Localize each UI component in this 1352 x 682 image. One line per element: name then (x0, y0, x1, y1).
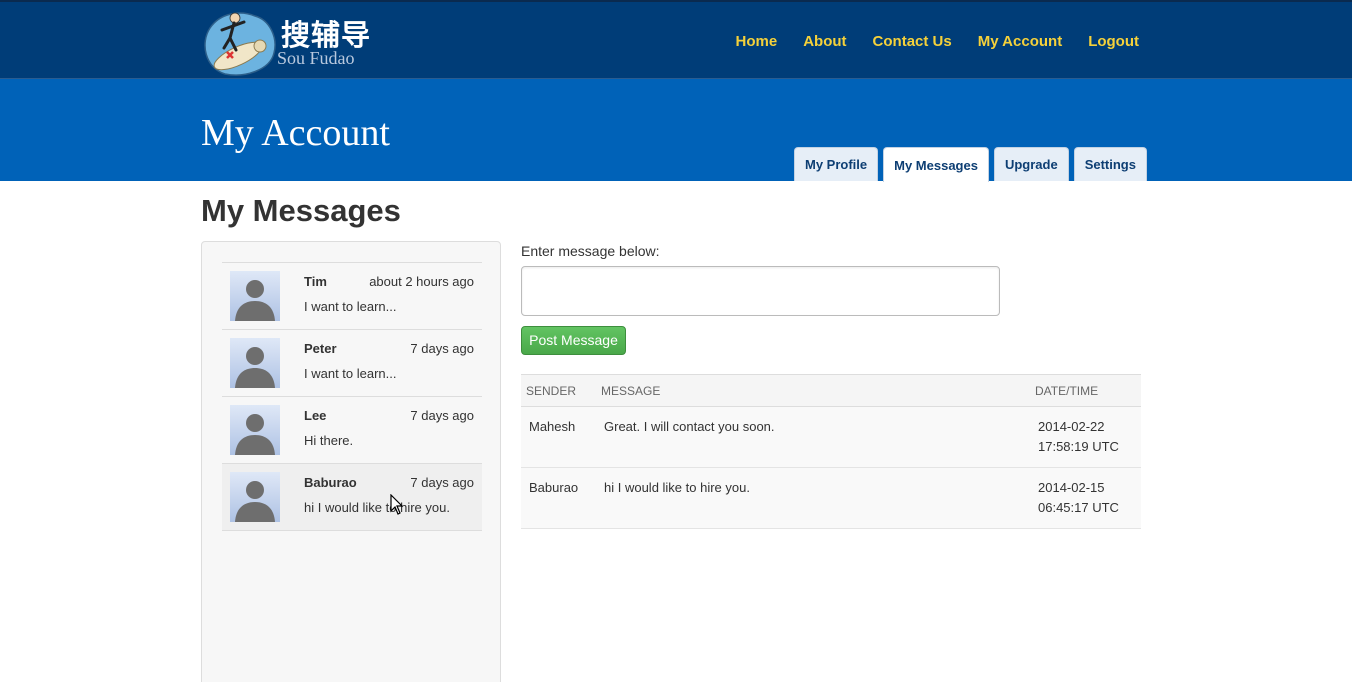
conversation-item[interactable]: Tim about 2 hours ago I want to learn... (222, 263, 482, 330)
user-silhouette-icon (235, 347, 275, 388)
table-row: Mahesh Great. I will contact you soon. 2… (521, 406, 1141, 468)
column-header-message: MESSAGE (596, 374, 1030, 407)
tab-my-profile[interactable]: My Profile (794, 147, 879, 181)
conversation-sender-name: Baburao (304, 475, 357, 490)
conversation-sender-name: Lee (304, 408, 327, 423)
avatar (230, 338, 280, 388)
message-input[interactable] (521, 266, 1000, 316)
conversation-preview: Hi there. (304, 433, 354, 448)
conversation-preview: I want to learn... (304, 299, 397, 314)
column-header-datetime: DATE/TIME (1030, 374, 1141, 407)
cell-time: 06:45:17 UTC (1038, 500, 1119, 515)
cell-datetime: 2014-02-15 06:45:17 UTC (1030, 467, 1141, 529)
conversation-sender-name: Tim (304, 274, 327, 289)
conversation-time: 7 days ago (410, 408, 474, 423)
cell-message: hi I would like to hire you. (596, 467, 1030, 529)
conversation-preview: hi I would like to hire you. (304, 500, 450, 515)
nav-about-link[interactable]: About (803, 33, 846, 50)
avatar (230, 271, 280, 321)
cell-sender: Baburao (521, 467, 596, 529)
cell-message: Great. I will contact you soon. (596, 406, 1030, 468)
conversation-sender-name: Peter (304, 341, 337, 356)
tab-settings[interactable]: Settings (1073, 147, 1147, 181)
message-table: SENDER MESSAGE DATE/TIME Mahesh Great. I… (521, 374, 1141, 529)
account-tabs: My Profile My Messages Upgrade Settings (794, 147, 1152, 182)
table-header-row: SENDER MESSAGE DATE/TIME (521, 374, 1141, 407)
conversation-item[interactable]: Baburao 7 days ago hi I would like to hi… (222, 464, 482, 531)
conversation-time: 7 days ago (410, 341, 474, 356)
surfer-logo-icon (204, 12, 276, 76)
avatar (230, 405, 280, 455)
cell-date: 2014-02-22 (1038, 419, 1105, 434)
conversation-preview: I want to learn... (304, 366, 397, 381)
conversation-time: 7 days ago (410, 475, 474, 490)
cell-date: 2014-02-15 (1038, 480, 1105, 495)
column-header-sender: SENDER (521, 374, 596, 407)
user-silhouette-icon (235, 481, 275, 522)
nav-logout-link[interactable]: Logout (1088, 33, 1139, 50)
message-input-label: Enter message below: (521, 243, 660, 259)
mouse-pointer-icon (390, 494, 404, 515)
conversation-panel: Tim about 2 hours ago I want to learn...… (201, 241, 501, 682)
avatar (230, 472, 280, 522)
cell-time: 17:58:19 UTC (1038, 439, 1119, 454)
user-silhouette-icon (235, 280, 275, 321)
site-logo[interactable]: 搜辅导 Sou Fudao (200, 8, 390, 78)
cell-sender: Mahesh (521, 406, 596, 468)
nav-contact-link[interactable]: Contact Us (873, 33, 952, 50)
section-title: My Messages (201, 193, 401, 228)
account-banner: My Account My Profile My Messages Upgrad… (0, 79, 1352, 182)
top-navbar: 搜辅导 Sou Fudao Home About Contact Us My A… (0, 0, 1352, 79)
table-row: Baburao hi I would like to hire you. 201… (521, 467, 1141, 529)
page-title: My Account (201, 112, 390, 154)
conversation-item[interactable]: Peter 7 days ago I want to learn... (222, 330, 482, 397)
nav-home-link[interactable]: Home (736, 33, 778, 50)
post-message-button[interactable]: Post Message (521, 326, 626, 355)
user-silhouette-icon (235, 414, 275, 455)
conversation-list: Tim about 2 hours ago I want to learn...… (222, 262, 482, 531)
cell-datetime: 2014-02-22 17:58:19 UTC (1030, 406, 1141, 468)
main-nav: Home About Contact Us My Account Logout (710, 33, 1139, 50)
tab-my-messages[interactable]: My Messages (883, 147, 989, 182)
logo-english-name: Sou Fudao (277, 48, 355, 68)
conversation-item[interactable]: Lee 7 days ago Hi there. (222, 397, 482, 464)
tab-upgrade[interactable]: Upgrade (993, 147, 1069, 181)
nav-my-account-link[interactable]: My Account (978, 33, 1062, 50)
conversation-time: about 2 hours ago (369, 274, 474, 289)
